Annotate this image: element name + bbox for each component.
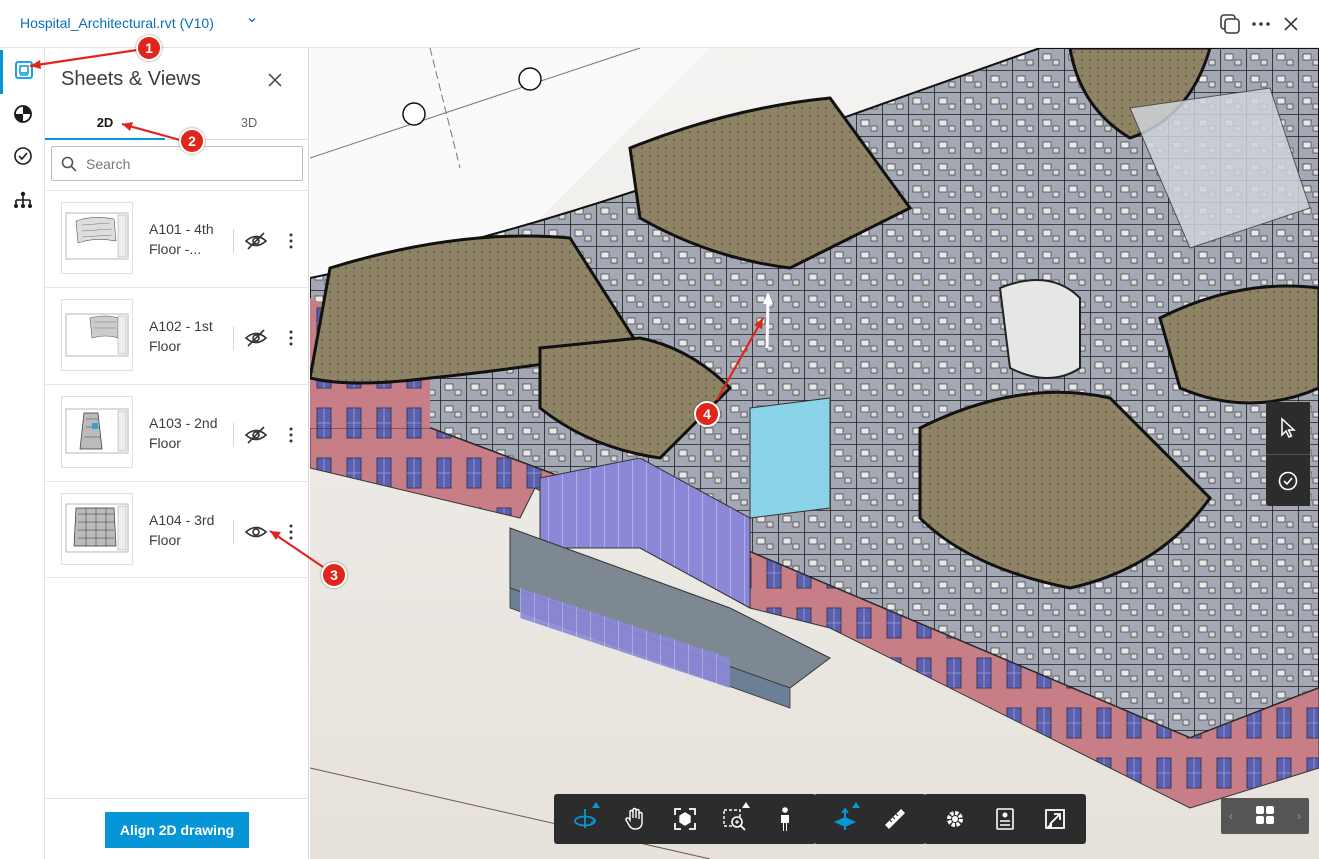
settings-toolbar — [924, 794, 1086, 844]
sheet-thumbnail — [61, 396, 133, 468]
panel-close-icon[interactable] — [263, 68, 287, 92]
sheet-name: A104 - 3rd Floor — [149, 512, 215, 548]
tab-2d[interactable]: 2D — [45, 108, 165, 140]
view-tabs: 2D 3D — [45, 108, 309, 140]
properties-icon[interactable] — [980, 794, 1030, 844]
list-item[interactable]: A104 - 3rd Floor — [45, 481, 309, 578]
more-vertical-icon[interactable] — [281, 520, 301, 544]
sheet-thumbnail — [61, 202, 133, 274]
model-browser-icon — [13, 104, 33, 129]
issues-icon — [13, 146, 33, 171]
sheet-name: A102 - 1st Floor — [149, 318, 213, 354]
left-rail — [0, 48, 45, 859]
eye-visible-icon[interactable] — [243, 519, 269, 545]
fit-to-view-icon[interactable] — [660, 794, 710, 844]
annotation-badge: 2 — [179, 128, 205, 154]
row-divider — [233, 520, 234, 544]
fullscreen-icon[interactable] — [1030, 794, 1080, 844]
model-viewport[interactable]: ‹ › — [310, 48, 1319, 859]
flyout-indicator — [592, 802, 600, 808]
eye-hidden-icon[interactable] — [243, 228, 269, 254]
tab-3d[interactable]: 3D — [189, 108, 309, 140]
compare-icon[interactable] — [1218, 12, 1242, 36]
annotation-badge: 3 — [321, 562, 347, 588]
more-vertical-icon[interactable] — [281, 229, 301, 253]
settings-icon[interactable] — [930, 794, 980, 844]
row-divider — [233, 326, 234, 350]
side-tools — [1266, 402, 1310, 506]
orbit-icon[interactable] — [560, 794, 610, 844]
row-divider — [233, 423, 234, 447]
rail-model-browser[interactable] — [0, 94, 45, 138]
first-person-icon[interactable] — [760, 794, 810, 844]
rail-hierarchy[interactable] — [0, 180, 45, 224]
annotation-badge: 4 — [694, 401, 720, 427]
list-item[interactable]: A101 - 4th Floor -... — [45, 190, 309, 287]
eye-hidden-icon[interactable] — [243, 325, 269, 351]
align-2d-drawing-button[interactable]: Align 2D drawing — [105, 812, 249, 848]
sheet-name: A101 - 4th Floor -... — [149, 221, 214, 257]
flyout-indicator — [742, 802, 750, 808]
sheets-views-panel: Sheets & Views 2D 3D A101 - 4th Floor -.… — [45, 48, 309, 859]
more-options-icon[interactable] — [1249, 12, 1273, 36]
file-title[interactable]: Hospital_Architectural.rvt (V10) — [20, 15, 214, 31]
section-plane-icon[interactable] — [820, 794, 870, 844]
grid-icon[interactable] — [1255, 805, 1275, 828]
file-version: (V10) — [179, 15, 214, 31]
close-viewer-icon[interactable] — [1279, 12, 1303, 36]
sheet-name: A103 - 2nd Floor — [149, 415, 218, 451]
hierarchy-icon — [13, 190, 33, 215]
row-divider — [233, 229, 234, 253]
sheet-thumbnail — [61, 493, 133, 565]
search-input[interactable] — [86, 155, 286, 172]
chevron-left-icon[interactable]: ‹ — [1229, 809, 1233, 823]
search-icon — [52, 156, 86, 172]
sheets-views-icon — [14, 60, 34, 85]
measure-toolbar — [814, 794, 926, 844]
more-vertical-icon[interactable] — [281, 423, 301, 447]
annotation-badge: 1 — [136, 35, 162, 61]
select-cursor-icon[interactable] — [1266, 402, 1310, 454]
building-model-render — [310, 48, 1319, 859]
flyout-indicator — [852, 802, 860, 808]
sheet-thumbnail — [61, 299, 133, 371]
file-name[interactable]: Hospital_Architectural.rvt — [20, 15, 176, 31]
navigation-toolbar — [554, 794, 816, 844]
pan-icon[interactable] — [610, 794, 660, 844]
sheet-list: A101 - 4th Floor -... A102 - 1st Floor A… — [45, 190, 309, 578]
rail-sheets-views[interactable] — [0, 50, 45, 94]
panel-footer: Align 2D drawing — [45, 798, 309, 859]
list-item[interactable]: A103 - 2nd Floor — [45, 384, 309, 481]
view-pager: ‹ › — [1221, 798, 1309, 834]
more-vertical-icon[interactable] — [281, 326, 301, 350]
panel-title: Sheets & Views — [61, 68, 201, 90]
version-chevron-down-icon[interactable] — [247, 14, 257, 28]
zoom-window-icon[interactable] — [710, 794, 760, 844]
app-header: Hospital_Architectural.rvt (V10) — [0, 0, 1319, 48]
list-item[interactable]: A102 - 1st Floor — [45, 287, 309, 384]
rail-issues[interactable] — [0, 136, 45, 180]
search-box — [51, 146, 303, 181]
chevron-right-icon[interactable]: › — [1297, 809, 1301, 823]
measure-icon[interactable] — [870, 794, 920, 844]
markup-check-icon[interactable] — [1266, 454, 1310, 506]
eye-hidden-icon[interactable] — [243, 422, 269, 448]
